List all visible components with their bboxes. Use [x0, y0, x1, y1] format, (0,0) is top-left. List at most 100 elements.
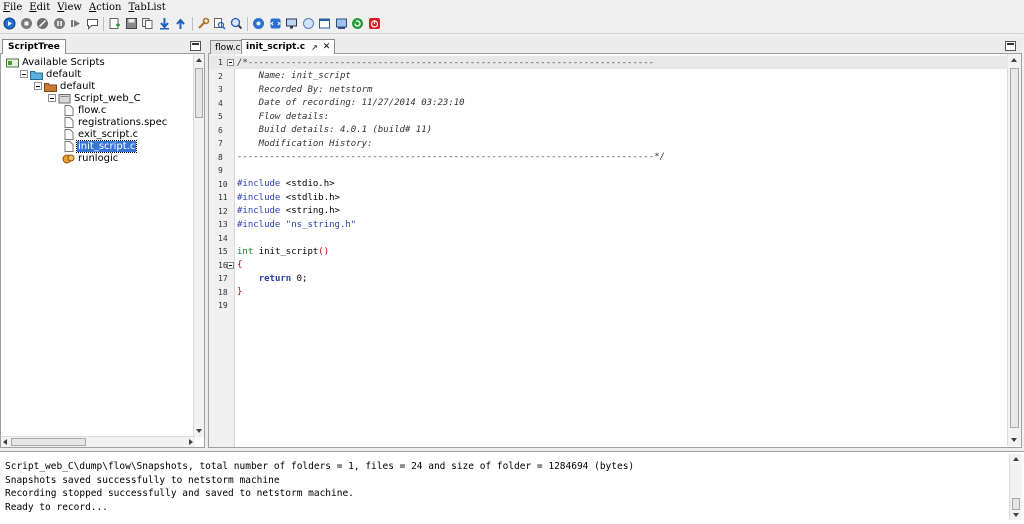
- tree-node-label: flow.c: [78, 104, 107, 116]
- tree-node[interactable]: Script_web_C: [48, 92, 142, 104]
- power-icon[interactable]: [368, 17, 381, 30]
- play-icon[interactable]: [69, 17, 82, 30]
- scroll-thumb[interactable]: [1010, 68, 1019, 428]
- maximize-editor-button[interactable]: [1005, 41, 1016, 51]
- cancel-icon[interactable]: [36, 17, 49, 30]
- screen-icon[interactable]: [335, 17, 348, 30]
- tree-node[interactable]: default: [34, 80, 96, 92]
- code-line[interactable]: 11 #include <stdlib.h>: [209, 191, 1008, 204]
- tree-node[interactable]: runlogic: [62, 152, 119, 164]
- tree-node[interactable]: exit_script.c: [62, 128, 139, 140]
- tab-script-tree[interactable]: ScriptTree: [2, 39, 66, 54]
- scroll-up-icon[interactable]: [1011, 58, 1017, 62]
- line-number: 15: [218, 247, 228, 256]
- monitor-icon[interactable]: [285, 17, 298, 30]
- wrench-icon[interactable]: [197, 17, 210, 30]
- stop-icon[interactable]: [20, 17, 33, 30]
- code-line[interactable]: 16{: [209, 259, 1008, 272]
- code-line[interactable]: 8 ---------------------------------------…: [209, 151, 1008, 164]
- menu-action[interactable]: Action: [89, 2, 122, 13]
- line-number: 7: [218, 139, 223, 148]
- pause-icon[interactable]: [53, 17, 66, 30]
- menu-tablist[interactable]: TabList: [128, 2, 165, 13]
- code-line[interactable]: 13 #include "ns_string.h": [209, 218, 1008, 231]
- code-line[interactable]: 1/*-------------------------------------…: [209, 56, 1008, 69]
- close-tab-icon[interactable]: ✕: [323, 42, 331, 52]
- collapse-icon[interactable]: [48, 94, 56, 102]
- code-token: Name: init_script: [237, 71, 351, 81]
- comment-icon[interactable]: [86, 17, 99, 30]
- settings-icon[interactable]: [252, 17, 265, 30]
- copy-icon[interactable]: [141, 17, 154, 30]
- fold-icon[interactable]: [227, 59, 234, 66]
- scroll-left-icon[interactable]: [3, 439, 7, 445]
- code-text: #include "ns_string.h": [237, 220, 356, 230]
- save-icon[interactable]: [125, 17, 138, 30]
- code-line[interactable]: 3 Recorded By: netstorm: [209, 83, 1008, 96]
- code-editor[interactable]: 1/*-------------------------------------…: [208, 54, 1022, 448]
- code-token: ----------------------------------------…: [237, 152, 666, 162]
- fold-icon[interactable]: [227, 261, 234, 269]
- code-icon[interactable]: [269, 17, 282, 30]
- scroll-thumb[interactable]: [1012, 498, 1020, 510]
- download-icon[interactable]: [158, 17, 171, 30]
- code-line[interactable]: 4 Date of recording: 11/27/2014 03:23:10: [209, 97, 1008, 110]
- tab-init-script-c[interactable]: init_script.c ↗ ✕: [241, 39, 336, 54]
- scroll-down-icon[interactable]: [1011, 438, 1017, 442]
- scripts-root-icon: [6, 57, 19, 68]
- code-line[interactable]: 5 Flow details:: [209, 110, 1008, 123]
- code-line[interactable]: 12 #include <string.h>: [209, 205, 1008, 218]
- tree-node[interactable]: default: [20, 68, 82, 80]
- record-icon[interactable]: [3, 17, 16, 30]
- line-number: 8: [218, 152, 223, 162]
- code-token: Flow details:: [237, 111, 330, 122]
- tree-node[interactable]: flow.c: [62, 104, 107, 116]
- scroll-up-icon[interactable]: [1013, 457, 1019, 461]
- zoom-icon[interactable]: [230, 17, 243, 30]
- scroll-thumb[interactable]: [11, 438, 86, 446]
- code-line[interactable]: 17 return 0;: [209, 272, 1008, 285]
- console-vertical-scrollbar[interactable]: [1009, 454, 1022, 520]
- code-line[interactable]: 2 Name: init_script: [209, 70, 1008, 83]
- menu-view[interactable]: View: [57, 2, 82, 13]
- line-number: 9: [218, 166, 223, 175]
- tree-node[interactable]: registrations.spec: [62, 116, 168, 128]
- code-line[interactable]: 14: [209, 232, 1008, 245]
- code-line[interactable]: 10 #include <stdio.h>: [209, 178, 1008, 191]
- code-line[interactable]: 15 int init_script(): [209, 245, 1008, 258]
- file-icon: [62, 116, 75, 128]
- console-line: Script_web_C\dump\flow\Snapshots, total …: [5, 461, 635, 472]
- maximize-panel-button[interactable]: [190, 41, 201, 51]
- scroll-right-icon[interactable]: [189, 439, 193, 445]
- tree-horizontal-scrollbar[interactable]: [1, 436, 195, 447]
- tree-node[interactable]: Available Scripts: [6, 56, 106, 68]
- add-page-icon[interactable]: [108, 17, 121, 30]
- menu-edit[interactable]: Edit: [29, 2, 50, 13]
- menu-file[interactable]: File: [3, 2, 22, 13]
- collapse-icon[interactable]: [20, 70, 28, 78]
- code-line[interactable]: 7 Modification History:: [209, 137, 1008, 150]
- scroll-down-icon[interactable]: [196, 429, 202, 433]
- code-line[interactable]: 9: [209, 164, 1008, 177]
- globe-icon[interactable]: [302, 17, 315, 30]
- scroll-down-icon[interactable]: [1013, 513, 1019, 517]
- scroll-up-icon[interactable]: [196, 58, 202, 62]
- refresh-icon[interactable]: [351, 17, 364, 30]
- line-number: 2: [218, 71, 223, 81]
- search-icon[interactable]: [213, 17, 226, 30]
- code-token: #include: [237, 179, 281, 189]
- window-icon[interactable]: [318, 17, 331, 30]
- upload-icon[interactable]: [174, 17, 187, 30]
- pin-icon[interactable]: ↗: [311, 43, 318, 52]
- code-line[interactable]: 19: [209, 299, 1008, 312]
- editor-panel: flow.c init_script.c ↗ ✕ 1/*------------…: [208, 37, 1022, 448]
- code-line[interactable]: 6 Build details: 4.0.1 (build# 11): [209, 124, 1008, 137]
- tab-label: flow.c: [215, 42, 241, 53]
- tree-node[interactable]: init_script.c: [62, 139, 138, 153]
- collapse-icon[interactable]: [34, 82, 42, 90]
- editor-vertical-scrollbar[interactable]: [1007, 54, 1021, 446]
- scroll-thumb[interactable]: [195, 68, 203, 118]
- tree-vertical-scrollbar[interactable]: [193, 54, 204, 437]
- code-line[interactable]: 18}: [209, 286, 1008, 299]
